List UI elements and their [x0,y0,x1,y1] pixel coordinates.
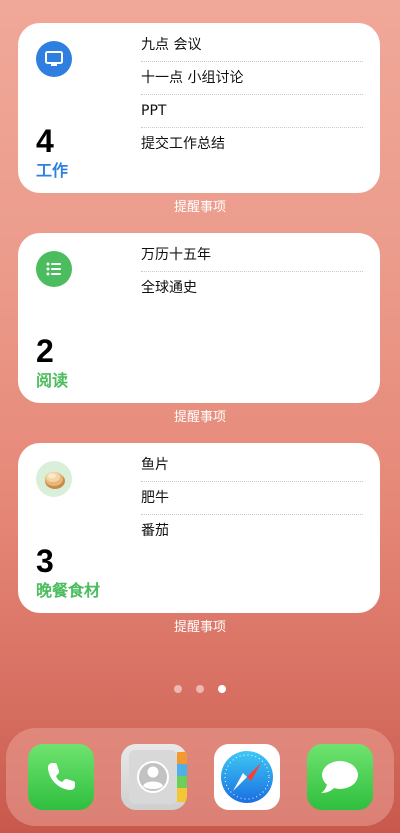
monitor-icon [36,41,72,77]
dock [6,728,394,826]
reminder-item[interactable]: 十一点 小组讨论 [141,62,363,95]
page-indicator[interactable] [0,685,400,693]
widget-label: 提醒事项 [173,410,226,425]
reminder-item[interactable]: 番茄 [141,515,363,547]
reminder-item[interactable]: 肥牛 [141,482,363,515]
reminders-widget-reading[interactable]: 万历十五年 全球通史 2 阅读 [18,233,380,403]
reminder-count: 3 [36,543,54,579]
reminder-list: 鱼片 肥牛 番茄 [141,449,363,547]
reminder-item[interactable]: 全球通史 [141,272,363,304]
widget-label: 提醒事项 [173,620,226,635]
page-dot[interactable] [196,685,204,693]
reminder-list: 九点 会议 十一点 小组讨论 PPT 提交工作总结 [141,29,363,160]
reminder-list: 万历十五年 全球通史 [141,239,363,304]
reminders-widget-work[interactable]: 九点 会议 十一点 小组讨论 PPT 提交工作总结 4 工作 [18,23,380,193]
list-name: 阅读 [36,371,69,390]
reminder-count: 2 [36,333,54,369]
contacts-app-icon[interactable] [120,744,187,810]
reminder-item[interactable]: 万历十五年 [141,239,363,272]
reminder-item[interactable]: PPT [141,95,363,128]
reminders-widget-dinner[interactable]: 鱼片 肥牛 番茄 3 晚餐食材 [18,443,380,613]
list-name: 工作 [36,161,69,180]
reminder-count: 4 [36,123,54,159]
safari-app-icon[interactable] [213,744,280,810]
reminder-item[interactable]: 鱼片 [141,449,363,482]
reminder-item[interactable]: 九点 会议 [141,29,363,62]
list-icon [36,251,72,287]
page-dot-active[interactable] [218,685,226,693]
messages-app-icon[interactable] [306,744,373,810]
phone-app-icon[interactable] [27,744,94,810]
page-dot[interactable] [174,685,182,693]
widget-label: 提醒事项 [173,200,226,215]
reminder-item[interactable]: 提交工作总结 [141,128,363,160]
pancake-icon [36,461,72,497]
list-name: 晚餐食材 [36,581,101,600]
